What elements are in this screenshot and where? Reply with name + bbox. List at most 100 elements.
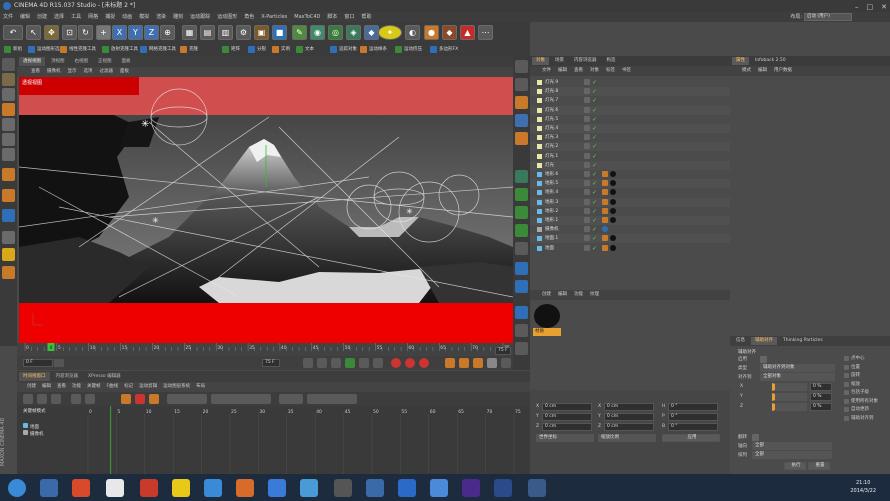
texture-tag-icon[interactable] [602,244,608,251]
coord-field-c[interactable]: 0 ° [668,413,718,421]
dope-menu-3[interactable]: 功能 [72,382,81,392]
enabled-check-icon[interactable]: ✓ [592,234,597,243]
coord-field-c[interactable]: 0 ° [668,403,718,411]
object-menu-2[interactable]: 查看 [574,66,583,76]
viewport-menu-0[interactable]: 查看 [31,67,40,77]
texture-tag-icon[interactable] [602,217,608,223]
select-icon[interactable]: ↖ [26,25,41,40]
prev-key-icon[interactable] [317,358,327,368]
menu-4[interactable]: 工具 [71,12,81,22]
visibility-toggle[interactable] [584,198,590,205]
goto-start-icon[interactable] [303,358,313,368]
material-tag-icon[interactable] [610,244,616,251]
object-tab-3[interactable]: 构造 [603,57,620,65]
object-row[interactable]: 地形.1 ✓ [530,216,730,225]
undo-view-icon[interactable] [515,60,528,73]
toolbar2-item-3[interactable]: 放射克隆工具 [102,45,138,54]
texture-tag-icon[interactable] [602,207,608,214]
menu-10[interactable]: 雕刻 [173,12,183,22]
attr-check-box[interactable] [844,356,849,361]
material-name[interactable]: 材质 [533,328,561,336]
texture-tag-icon[interactable] [602,171,608,177]
taskbar-app-13-icon[interactable] [430,479,448,497]
layout-select[interactable]: 启动 (用户) [804,13,852,21]
z-axis-icon[interactable]: Z [144,25,159,40]
texture-tag-icon[interactable] [602,198,608,205]
visibility-toggle[interactable] [584,171,590,177]
start-button-icon[interactable] [8,479,26,497]
taskbar-app-2-icon[interactable] [72,479,90,497]
visibility-toggle[interactable] [584,161,590,168]
material-menu-0[interactable]: 创建 [542,290,551,300]
toolbar2-item-5[interactable]: 克隆 [180,45,198,54]
dope-curve-4-icon[interactable] [307,394,357,404]
visibility-toggle[interactable] [584,217,590,223]
dope-key-1-icon[interactable] [121,394,131,404]
tweak-icon[interactable] [2,189,15,202]
end-frame-field[interactable]: 75 F [262,359,280,367]
attr-subtab-2[interactable]: Thinking Particles [779,337,827,345]
object-row[interactable]: 摄像机 ✓ [530,225,730,235]
orbit-icon[interactable] [515,96,528,109]
pan-icon[interactable] [515,114,528,127]
object-row[interactable]: 灯光.1 ✓ [530,151,730,161]
zoom-icon[interactable] [515,132,528,145]
scale-select[interactable]: 缩放比例 [598,434,656,442]
menu-9[interactable]: 渲染 [156,12,166,22]
coord-field-b[interactable]: 0 cm [604,403,654,411]
rotation-key-icon[interactable] [459,358,469,368]
edit-render-icon[interactable]: ▣ [254,25,269,40]
enabled-check-icon[interactable]: ✓ [592,142,597,151]
play-icon[interactable] [345,358,355,368]
enabled-check-icon[interactable]: ✓ [592,216,597,225]
frame-icon[interactable] [515,78,528,91]
visibility-toggle[interactable] [584,143,590,150]
keyframe-selection-icon[interactable] [419,358,429,368]
menu-12[interactable]: 运动图形 [217,12,237,22]
attr-subtab-1[interactable]: 辅助对齐 [751,337,777,345]
bend-icon[interactable] [515,262,528,275]
menu-11[interactable]: 运动跟踪 [190,12,210,22]
y-axis-icon[interactable]: Y [128,25,143,40]
dope-key-3-icon[interactable] [149,394,159,404]
viewport-menu-1[interactable]: 摄像机 [47,67,61,77]
taskbar-app-10-icon[interactable] [334,479,352,497]
live-select-icon[interactable]: + [96,25,111,40]
toolbar2-item-7[interactable]: 分裂 [248,45,266,54]
viewport-menu-5[interactable]: 面板 [120,67,129,77]
attr-tab-0[interactable]: 属性 [732,57,749,65]
attr-row-select[interactable]: 全部对象 [760,373,835,381]
taskbar-app-3-icon[interactable] [106,479,124,497]
object-menu-0[interactable]: 文件 [542,66,551,76]
visibility-toggle[interactable] [584,226,590,233]
attr-check-box[interactable] [844,390,849,395]
material-tag-icon[interactable] [610,189,616,196]
enabled-check-icon[interactable]: ✓ [592,225,597,234]
coord-field-a[interactable]: 0 cm [542,413,592,421]
perspective-viewport[interactable]: ✳ ✳ ✳ 透视视图 [19,77,513,343]
object-row[interactable]: 地形.3 ✓ [530,197,730,207]
dope-tool-2-icon[interactable] [37,394,47,404]
object-tab-1[interactable]: 场景 [551,57,568,65]
xparticles-icon[interactable]: ▲ [460,25,475,40]
rotate-icon[interactable]: ↻ [78,25,93,40]
enabled-check-icon[interactable]: ✓ [592,106,597,115]
param-key-icon[interactable] [487,358,497,368]
menu-1[interactable]: 编辑 [20,12,30,22]
frame-end-field[interactable]: 75 F [495,347,511,355]
attr-check-box[interactable] [844,415,849,421]
attr-button-1[interactable]: 重置 [808,462,830,470]
menu-16[interactable]: 脚本 [327,12,337,22]
enabled-check-icon[interactable]: ✓ [592,152,597,161]
attr-bottom-select[interactable]: 全部 [752,442,832,450]
coord-field-a[interactable]: 0 cm [542,403,592,411]
dope-tab-2[interactable]: XPresso 编辑器 [84,372,125,381]
texture-tag-icon[interactable] [602,180,608,187]
object-row[interactable]: 地面 ✓ [530,243,730,253]
attr-check-box[interactable] [844,373,849,378]
plugin-icon[interactable]: ◆ [442,25,457,40]
enabled-check-icon[interactable]: ✓ [592,133,597,142]
toolbar2-item-1[interactable]: 运动图形选集 [28,45,64,54]
menu-7[interactable]: 动画 [122,12,132,22]
visibility-toggle[interactable] [584,152,590,159]
